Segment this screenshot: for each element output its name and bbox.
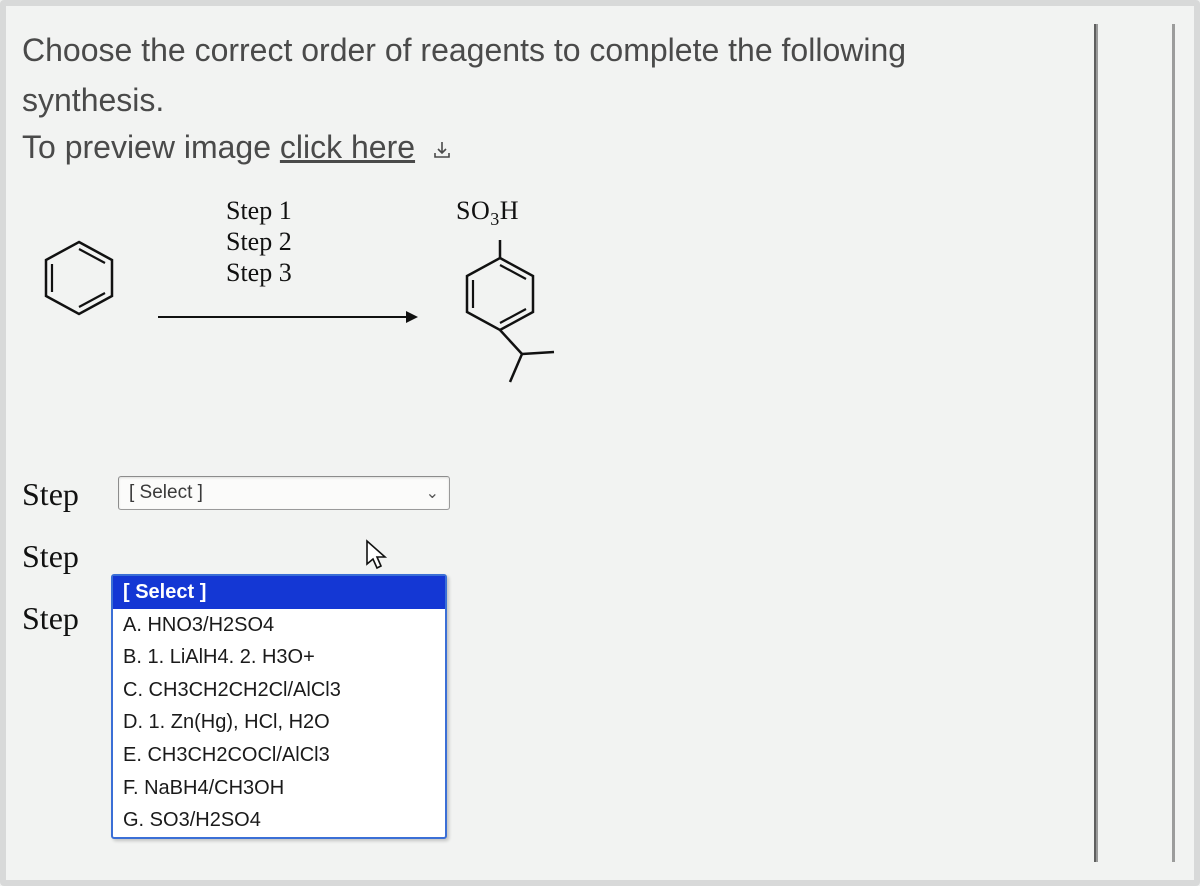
starting-material-benzene — [40, 236, 118, 320]
product-structure: SO3H — [456, 196, 586, 399]
step1-select[interactable]: [ Select ] ⌄ — [118, 476, 450, 510]
option-c[interactable]: C. CH3CH2CH2Cl/AlCl3 — [113, 674, 445, 707]
so3h-label: SO3H — [456, 196, 519, 225]
right-gutter — [1094, 16, 1184, 870]
option-e[interactable]: E. CH3CH2COCl/AlCl3 — [113, 739, 445, 772]
preview-image-link[interactable]: click here — [280, 129, 415, 165]
step1-label-text: Step — [22, 476, 118, 513]
step3-label-text: Step — [22, 600, 118, 637]
download-icon[interactable] — [430, 133, 454, 170]
step1-row: Step [ Select ] ⌄ — [22, 476, 1076, 516]
page: Choose the correct order of reagents to … — [0, 0, 1200, 886]
step1-label: Step 1 — [226, 196, 292, 227]
product-ring — [456, 234, 586, 399]
gutter-scroll[interactable] — [1172, 24, 1175, 862]
option-b[interactable]: B. 1. LiAlH4. 2. H3O+ — [113, 641, 445, 674]
step1-dropdown-open[interactable]: [ Select ] A. HNO3/H2SO4 B. 1. LiAlH4. 2… — [111, 574, 447, 839]
preview-line: To preview image click here — [22, 129, 1076, 170]
step2-label: Step 2 — [226, 227, 292, 258]
step3-label: Step 3 — [226, 258, 292, 289]
step-labels: Step 1 Step 2 Step 3 — [226, 196, 292, 288]
chevron-down-icon: ⌄ — [426, 483, 439, 503]
option-a[interactable]: A. HNO3/H2SO4 — [113, 609, 445, 642]
reaction-scheme: Step 1 Step 2 Step 3 SO3H — [22, 196, 1076, 406]
question-line1: Choose the correct order of reagents to … — [22, 26, 1076, 76]
option-select-placeholder[interactable]: [ Select ] — [113, 576, 445, 609]
step2-label-text: Step — [22, 538, 118, 575]
question-line2: synthesis. — [22, 76, 1076, 126]
option-d[interactable]: D. 1. Zn(Hg), HCl, H2O — [113, 706, 445, 739]
gutter-line — [1094, 24, 1098, 862]
step2-row: Step — [22, 538, 1076, 578]
option-f[interactable]: F. NaBH4/CH3OH — [113, 772, 445, 805]
step1-selected-value: [ Select ] — [129, 482, 203, 504]
reaction-arrow — [158, 308, 418, 331]
preview-prefix: To preview image — [22, 129, 280, 165]
option-g[interactable]: G. SO3/H2SO4 — [113, 804, 445, 837]
